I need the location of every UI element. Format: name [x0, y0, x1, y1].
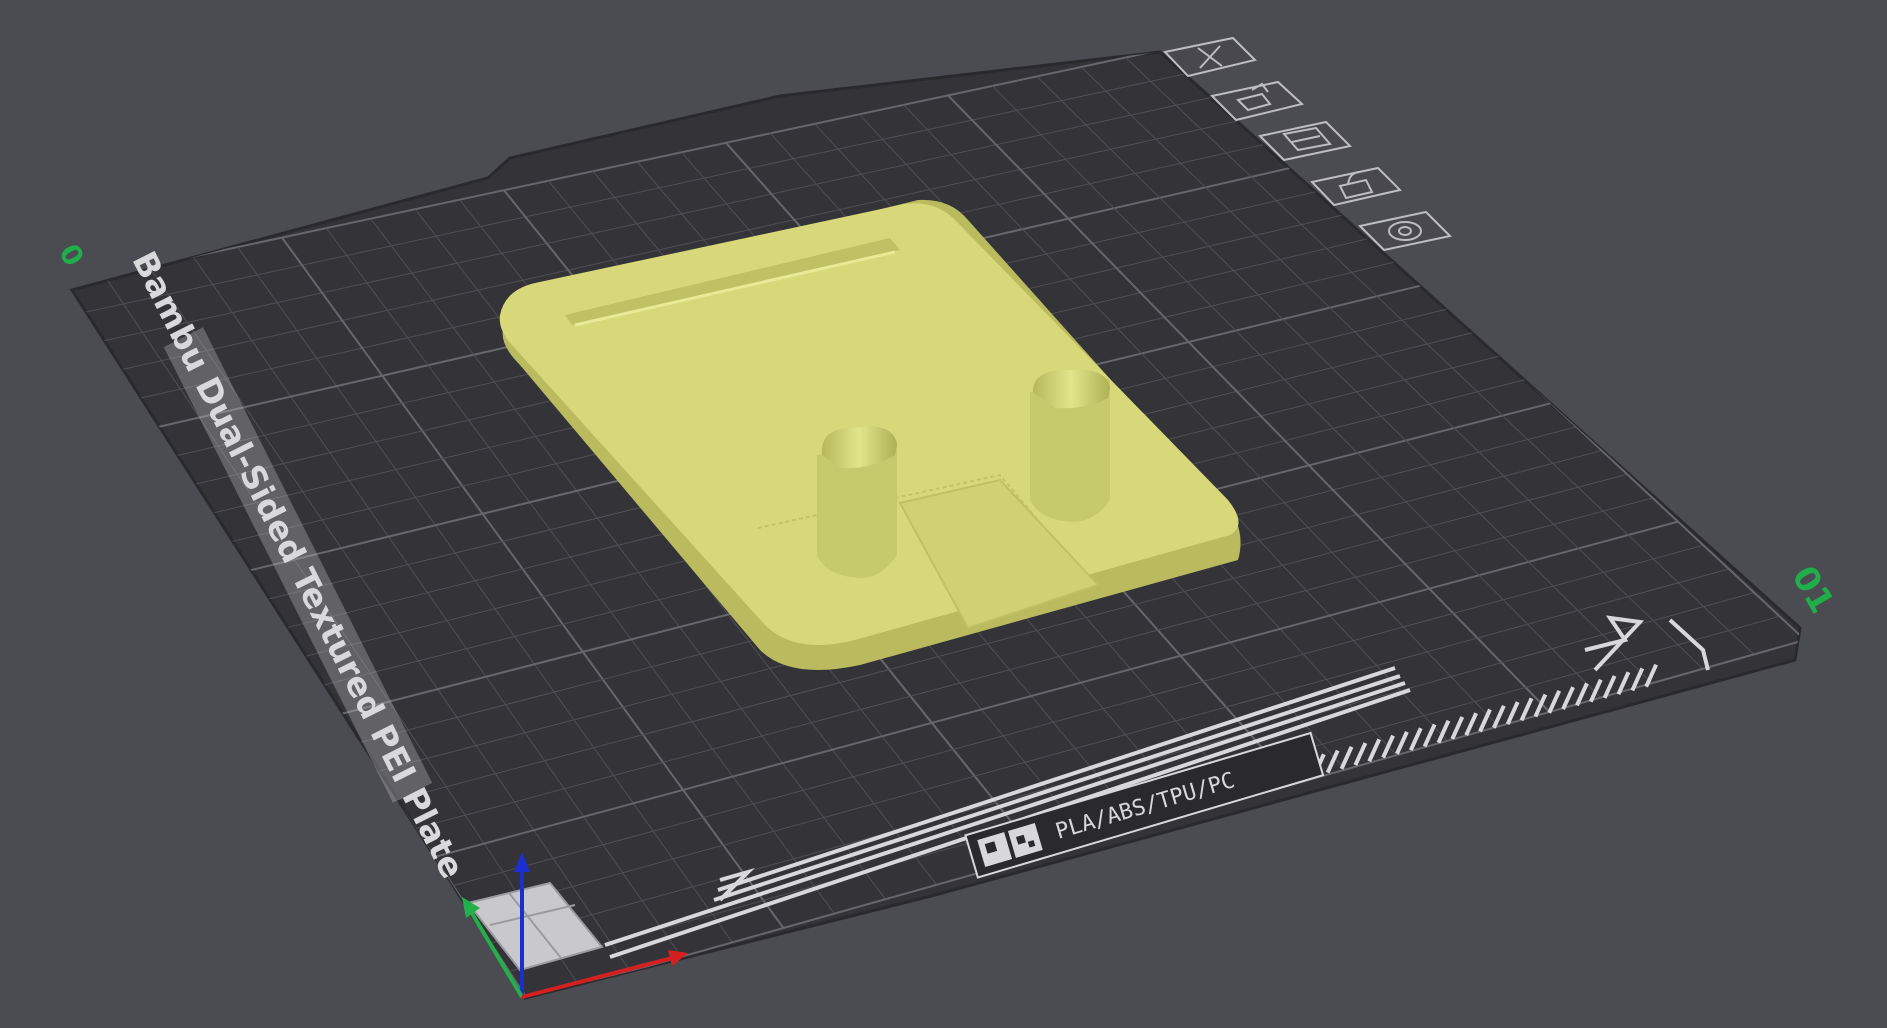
model-pillar-right: [1030, 370, 1110, 522]
model-pillar-left: [817, 426, 897, 579]
3d-viewport[interactable]: Bambu Dual-Sided Textured PEI Plate PLA/…: [0, 0, 1887, 1028]
plate-index-label: 01: [1783, 559, 1841, 620]
plate-corner-marker: 0: [52, 238, 90, 271]
